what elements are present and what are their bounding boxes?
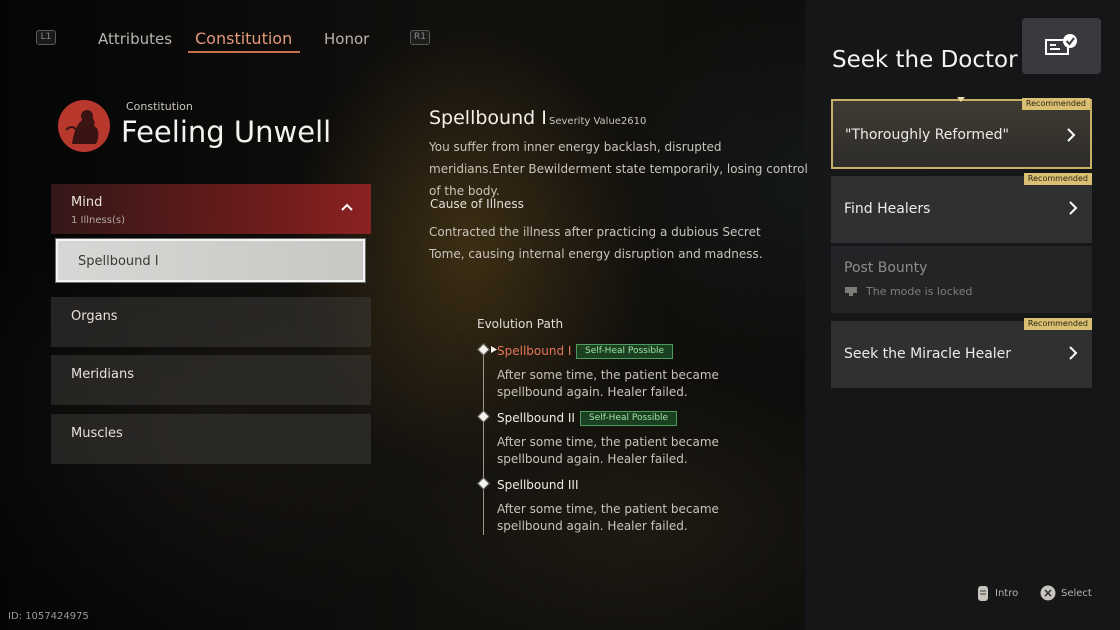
locked-note: The mode is locked — [844, 285, 973, 298]
chevron-right-icon — [1069, 346, 1078, 360]
evolution-heading: Evolution Path — [477, 317, 564, 331]
step-3-title: Spellbound III — [497, 478, 579, 492]
category-meridians[interactable]: Meridians — [51, 355, 371, 405]
option-label: Find Healers — [844, 201, 931, 217]
l1-key-badge[interactable]: L1 — [36, 30, 56, 45]
tab-attributes[interactable]: Attributes — [98, 30, 172, 48]
option-label: "Thoroughly Reformed" — [845, 127, 1009, 143]
option-label: Seek the Miracle Healer — [844, 346, 1012, 362]
recommended-badge: Recommended — [1023, 173, 1092, 185]
option-label: Post Bounty — [844, 260, 928, 276]
category-organs-label: Organs — [71, 309, 118, 324]
category-muscles[interactable]: Muscles — [51, 414, 371, 464]
right-panel-shade — [805, 0, 1120, 630]
step-2-title: Spellbound II — [497, 411, 575, 425]
select-hint[interactable]: Select — [1061, 588, 1092, 599]
tab-constitution[interactable]: Constitution — [195, 29, 292, 48]
illness-description: You suffer from inner energy backlash, d… — [429, 140, 808, 198]
quest-check-icon — [1045, 34, 1077, 55]
step-2-text: After some time, the patient became spel… — [497, 435, 719, 466]
option-thoroughly-reformed[interactable]: Recommended "Thoroughly Reformed" — [831, 98, 1092, 169]
category-organs[interactable]: Organs — [51, 297, 371, 347]
illness-title: Spellbound I — [429, 107, 547, 129]
chevron-right-icon — [1067, 128, 1076, 142]
recommended-badge: Recommended — [1021, 98, 1090, 110]
option-find-healers[interactable]: Recommended Find Healers — [831, 173, 1092, 243]
r1-key-badge[interactable]: R1 — [410, 30, 430, 45]
cross-button-icon — [1040, 585, 1056, 601]
recommended-badge: Recommended — [1023, 318, 1092, 330]
category-muscles-label: Muscles — [71, 426, 123, 441]
tab-honor[interactable]: Honor — [324, 30, 369, 48]
cause-text: Contracted the illness after practicing … — [429, 225, 763, 261]
severity-value: Severity Value2610 — [549, 116, 647, 127]
category-mind-label: Mind — [71, 195, 103, 210]
seek-doctor-title: Seek the Doctor — [832, 47, 1018, 73]
step-1-text: After some time, the patient became spel… — [497, 368, 719, 399]
constitution-icon — [58, 100, 110, 152]
option-seek-miracle-healer[interactable]: Recommended Seek the Miracle Healer — [831, 318, 1092, 388]
step-1-tag: Self-Heal Possible — [576, 344, 674, 359]
locked-mode-icon — [845, 287, 857, 296]
option-post-bounty[interactable]: Post Bounty The mode is locked — [831, 246, 1092, 313]
chevron-up-icon — [341, 203, 353, 211]
selection-pointer-icon — [957, 97, 965, 102]
intro-hint[interactable]: Intro — [995, 588, 1018, 599]
locked-note-text: The mode is locked — [866, 285, 973, 298]
quest-check-button[interactable] — [1022, 18, 1101, 74]
active-tab-underline — [188, 51, 300, 53]
step-3-text: After some time, the patient became spel… — [497, 502, 719, 533]
page-title: Feeling Unwell — [121, 115, 332, 149]
illness-item-label: Spellbound I — [78, 254, 159, 269]
evolution-timeline — [483, 345, 484, 535]
category-mind-count: 1 Illness(s) — [71, 215, 125, 226]
player-id: ID: 1057424975 — [8, 611, 89, 622]
header-category: Constitution — [126, 100, 193, 113]
step-1-title: Spellbound I — [497, 344, 572, 358]
cause-heading: Cause of Illness — [430, 197, 524, 211]
chevron-right-icon — [1069, 201, 1078, 215]
illness-item-spellbound[interactable]: Spellbound I — [55, 238, 366, 283]
category-meridians-label: Meridians — [71, 367, 135, 382]
category-mind[interactable]: Mind 1 Illness(s) — [51, 184, 371, 234]
step-2-tag: Self-Heal Possible — [580, 411, 678, 426]
touchpad-button-icon — [978, 586, 988, 601]
